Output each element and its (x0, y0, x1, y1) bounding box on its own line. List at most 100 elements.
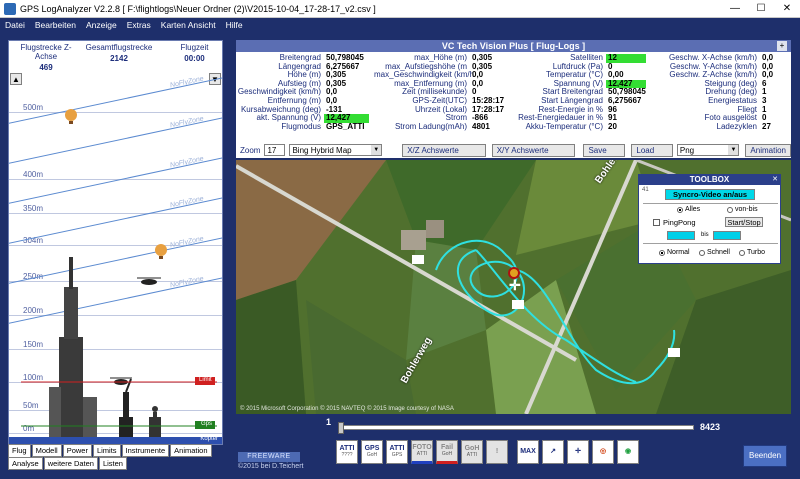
statue-icon (119, 378, 133, 439)
zoom-label: Zoom (240, 145, 261, 155)
window-title: GPS LogAnalyzer V2.2.8 [ F:\flightlogs\N… (20, 3, 376, 14)
radio-von-bis[interactable]: von-bis (727, 206, 758, 213)
limit-label: Limit (199, 377, 212, 383)
total-distance: Gesamtflugstrecke 2142 (85, 43, 153, 63)
menu-karten-ansicht[interactable]: Karten Ansicht (156, 20, 221, 30)
warning-icon[interactable]: ! (486, 440, 508, 464)
freeware-badge: FREEWARE (238, 452, 300, 462)
toolbox-title: TOOLBOX (639, 175, 780, 185)
tab-analyse[interactable]: Analyse (8, 457, 43, 470)
telemetry-col-3: Satelliten 12 Luftdruck (Pa) 0 Temperatur … (518, 53, 646, 131)
slider-thumb[interactable] (338, 422, 344, 434)
menu-extras[interactable]: Extras (122, 20, 156, 30)
slider-max: 8423 (700, 422, 721, 432)
pingpong-checkbox[interactable]: PingPong (653, 218, 696, 227)
skyscraper-icon (49, 257, 97, 439)
toolbox-counter: 41 (642, 187, 649, 193)
close-button[interactable]: ✕ (774, 0, 800, 17)
radio-alles[interactable]: Alles (677, 206, 700, 213)
timeline-track-area[interactable] (338, 422, 694, 434)
foto-button[interactable]: FOTO ATTI (411, 440, 433, 464)
compass-icon[interactable]: ✛ (567, 440, 589, 464)
menu-bar: Datei Bearbeiten Anzeige Extras Karten A… (0, 18, 800, 32)
fail-button[interactable]: Fail GoH (436, 440, 458, 464)
tab-animation[interactable]: Animation (170, 444, 212, 457)
balloon-icon (65, 109, 77, 124)
sync-video-button[interactable]: Syncro-Video an/aus (665, 189, 755, 200)
start-stop-button[interactable]: Start/Stop (725, 217, 763, 227)
tab-instrumente[interactable]: Instrumente (121, 444, 170, 457)
maximize-button[interactable]: ☐ (748, 0, 774, 17)
atti-button[interactable]: ATTI???? (336, 440, 358, 464)
format-select[interactable]: Png ▼ (676, 144, 740, 156)
tab-modell[interactable]: Modell (31, 444, 62, 457)
altitude-panel: Flugstrecke Z-Achse 469 Gesamtflugstreck… (8, 40, 223, 445)
scale-up-button[interactable]: ▲ (10, 73, 22, 85)
slider-min: 1 (326, 417, 332, 427)
slider-track[interactable] (338, 425, 694, 430)
divider (643, 243, 778, 244)
tab-flug[interactable]: Flug (8, 444, 31, 457)
z-axis-distance: Flugstrecke Z-Achse 469 (20, 43, 72, 72)
telemetry-col-2: max_Höhe (m) 0,305 max_Aufstiegshöhe (m 0,… (374, 53, 505, 131)
photo-marker-icon (668, 348, 680, 357)
goh-button[interactable]: GoH ATTI (461, 440, 483, 464)
animation-button[interactable]: Animation (745, 143, 791, 157)
altitude-scale: 500m 400m 350m 304m 250m 200m 150m 100m … (9, 72, 222, 439)
kopter-footer: Kopter (9, 436, 222, 444)
panel-tabs: Flug Modell Power Limits Instrumente Ani… (8, 444, 223, 470)
copyright: ©2015 bei D.Teichert (238, 463, 304, 470)
map-type-select[interactable]: Bing Hybrid Map ▼ (289, 144, 383, 156)
to-field[interactable] (713, 231, 741, 240)
map-credit: © 2015 Microsoft Corporation © 2015 NAVT… (240, 406, 454, 412)
chart-icon[interactable]: ↗ (542, 440, 564, 464)
photo-marker-icon (512, 300, 524, 309)
minimize-button[interactable]: — (722, 0, 748, 17)
radio-turbo[interactable]: Turbo (739, 249, 765, 256)
altitude-scene (21, 109, 217, 439)
gps-button[interactable]: GPS GoH (361, 440, 383, 464)
flight-summary: Flugstrecke Z-Achse 469 Gesamtflugstreck… (9, 41, 222, 72)
menu-anzeige[interactable]: Anzeige (81, 20, 122, 30)
gps-atti-button[interactable]: ATTI GPS (386, 440, 408, 464)
satellite-map[interactable]: ✛ Bohler Bohlerweg © 2015 Microsoft Corp… (236, 160, 791, 414)
xy-axis-button[interactable]: X/Y Achswerte an/aus (491, 143, 576, 167)
tab-weitere-daten[interactable]: weitere Daten (43, 457, 98, 470)
target-icon[interactable]: ◎ (592, 440, 614, 464)
divider (643, 203, 778, 204)
radio-schnell[interactable]: Schnell (699, 249, 730, 256)
load-image-button[interactable]: Load Bild (631, 143, 673, 167)
telemetry-col-1: Breitengrad 50,798045 Längengrad 6,275667 … (236, 53, 369, 131)
from-field[interactable] (667, 231, 695, 240)
drone-position-icon: ✛ (509, 277, 521, 293)
photo-marker-icon (412, 255, 424, 264)
bis-label: bis (701, 232, 709, 238)
radio-normal[interactable]: Normal (659, 249, 690, 256)
close-icon[interactable]: ✕ (771, 176, 779, 184)
tab-limits[interactable]: Limits (92, 444, 121, 457)
chevron-down-icon: ▼ (728, 145, 739, 155)
telemetry-grid: Breitengrad 50,798045 Längengrad 6,275667 … (236, 52, 791, 142)
mode-button-row: ATTI???? GPS GoH ATTI GPS FOTO ATTI Fail GoH… (336, 440, 642, 464)
tab-listen[interactable]: Listen (98, 457, 127, 470)
max-button[interactable]: MAX (517, 440, 539, 464)
menu-hilfe[interactable]: Hilfe (221, 20, 248, 30)
save-image-button[interactable]: Save Bild (583, 143, 626, 167)
map-toolbar: Zoom 17 Bing Hybrid Map▼ X/Z Achswerte a… (236, 142, 791, 167)
toolbox-window: TOOLBOX ✕ 41 Syncro-Video an/aus Alles v… (638, 174, 781, 264)
app-icon (4, 2, 16, 15)
xz-axis-button[interactable]: X/Z Achswerte an/aus (402, 143, 486, 167)
expand-button[interactable]: + (777, 41, 787, 51)
menu-bearbeiten[interactable]: Bearbeiten (30, 20, 81, 30)
tab-power[interactable]: Power (62, 444, 92, 457)
title-bar: GPS LogAnalyzer V2.2.8 [ F:\flightlogs\N… (0, 0, 800, 18)
zoom-stepper[interactable]: 17 (264, 144, 286, 156)
vc-title: VC Tech Vision Plus [ Flug-Logs ] (236, 40, 791, 52)
radar-icon[interactable]: ◉ (617, 440, 639, 464)
main-panel: VC Tech Vision Plus [ Flug-Logs ] + Brei… (236, 40, 791, 460)
balloon-icon (155, 244, 167, 259)
menu-datei[interactable]: Datei (0, 20, 30, 30)
exit-button[interactable]: Beenden (743, 445, 787, 467)
telemetry-col-4: Geschw. X-Achse (km/h) 0,0 Geschw. Y-Achs… (668, 53, 774, 131)
chevron-down-icon: ▼ (371, 145, 382, 155)
